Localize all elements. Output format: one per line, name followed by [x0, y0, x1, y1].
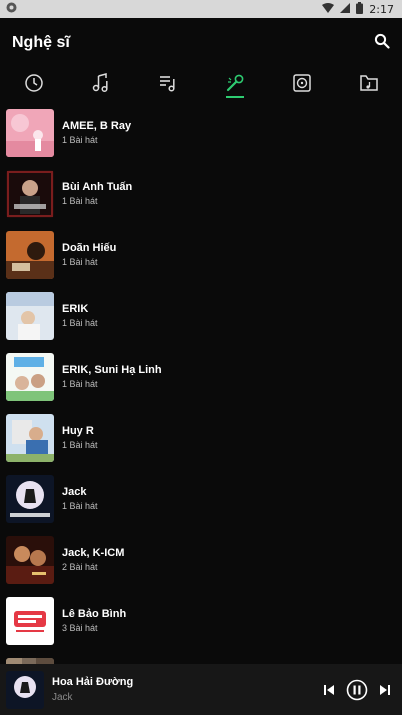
song-count: 2 Bài hát: [62, 562, 98, 572]
cellular-icon: [340, 2, 351, 16]
page-title: Nghệ sĩ: [12, 34, 70, 51]
artist-name: Bùi Anh Tuấn: [62, 181, 133, 193]
list-item[interactable]: ERIK, Suni Hạ Linh 1 Bài hát: [0, 346, 402, 407]
song-count: 3 Bài hát: [62, 623, 98, 633]
list-item[interactable]: [0, 651, 402, 664]
playlist-icon: [159, 76, 175, 92]
pause-button[interactable]: [346, 679, 368, 701]
artist-thumbnail: [6, 230, 54, 279]
skip-next-icon[interactable]: [378, 683, 392, 697]
status-time: 2:17: [369, 2, 394, 16]
skip-previous-icon[interactable]: [322, 683, 336, 697]
artist-thumbnail: [6, 413, 54, 462]
list-item[interactable]: Doãn Hiếu 1 Bài hát: [0, 224, 402, 285]
song-count: 1 Bài hát: [62, 440, 98, 450]
artist-name: ERIK, Suni Hạ Linh: [62, 364, 162, 376]
tab-history[interactable]: [14, 66, 54, 100]
app-bar: Nghệ sĩ: [0, 18, 402, 68]
music-notes-icon: [92, 73, 108, 93]
artist-name: Jack, K-ICM: [62, 547, 125, 559]
list-item[interactable]: Jack, K-ICM 2 Bài hát: [0, 529, 402, 590]
notification-icon: [6, 2, 17, 16]
tab-bar: [0, 66, 402, 100]
wifi-icon: [322, 2, 335, 16]
artist-list: AMEE, B Ray 1 Bài hát Bùi Anh Tuấn 1 Bài…: [0, 102, 402, 664]
song-count: 1 Bài hát: [62, 379, 98, 389]
list-item[interactable]: Bùi Anh Tuấn 1 Bài hát: [0, 163, 402, 224]
artist-name: AMEE, B Ray: [62, 120, 132, 132]
now-playing-artist: Jack: [52, 692, 73, 703]
status-bar: 2:17: [0, 0, 402, 18]
album-icon: [292, 74, 311, 92]
mini-player[interactable]: Hoa Hải Đường Jack: [0, 664, 402, 715]
artist-thumbnail: [6, 474, 54, 523]
artist-name: Huy R: [62, 425, 94, 437]
song-count: 1 Bài hát: [62, 257, 98, 267]
tab-songs[interactable]: [81, 66, 121, 100]
list-item[interactable]: ERIK 1 Bài hát: [0, 285, 402, 346]
song-count: 1 Bài hát: [62, 135, 98, 145]
artist-thumbnail: [6, 535, 54, 584]
artist-thumbnail: [6, 352, 54, 401]
tab-playlists[interactable]: [148, 66, 188, 100]
artist-name: ERIK: [62, 303, 89, 315]
battery-icon: [356, 1, 364, 17]
search-icon[interactable]: [374, 33, 390, 54]
folder-music-icon: [359, 75, 378, 91]
tab-artists[interactable]: [215, 66, 255, 100]
now-playing-title: Hoa Hải Đường: [52, 676, 134, 688]
song-count: 1 Bài hát: [62, 501, 98, 511]
tab-folders[interactable]: [349, 66, 389, 100]
artist-thumbnail: [6, 291, 54, 340]
song-count: 1 Bài hát: [62, 318, 98, 328]
artist-thumbnail: [6, 108, 54, 157]
list-item[interactable]: Huy R 1 Bài hát: [0, 407, 402, 468]
microphone-icon: [226, 74, 243, 92]
song-count: 1 Bài hát: [62, 196, 98, 206]
list-item[interactable]: Jack 1 Bài hát: [0, 468, 402, 529]
artist-name: Jack: [62, 486, 87, 498]
artist-name: Doãn Hiếu: [62, 242, 117, 254]
tab-albums[interactable]: [282, 66, 322, 100]
history-icon: [24, 74, 43, 92]
list-item[interactable]: AMEE, B Ray 1 Bài hát: [0, 102, 402, 163]
list-item[interactable]: Lê Bảo Bình 3 Bài hát: [0, 590, 402, 651]
artist-thumbnail: [6, 169, 54, 218]
artist-thumbnail: [6, 596, 54, 645]
artist-name: Lê Bảo Bình: [62, 608, 127, 620]
now-playing-artwork: [6, 670, 44, 709]
